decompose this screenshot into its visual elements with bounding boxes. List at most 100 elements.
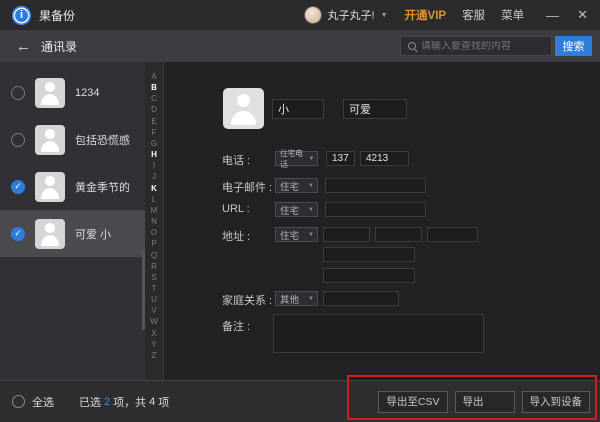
alphabet-letter[interactable]: B	[151, 82, 157, 93]
alphabet-letter[interactable]: Q	[151, 250, 157, 261]
minimize-button[interactable]: —	[546, 8, 559, 23]
close-button[interactable]: ✕	[577, 7, 588, 23]
alphabet-index: ABCDEFGHIJKLMNOPQRSTUVWXYZ	[145, 62, 164, 380]
alphabet-letter[interactable]: I	[153, 160, 155, 171]
user-avatar[interactable]	[304, 6, 322, 24]
address-field-1-input[interactable]	[323, 227, 370, 242]
username[interactable]: 丸子丸子!	[328, 7, 375, 23]
search-box	[400, 36, 552, 56]
selected-count: 2	[104, 396, 110, 408]
address-type-dropdown[interactable]: 住宅 ▼	[275, 227, 318, 242]
contact-name: 1234	[75, 87, 99, 99]
alphabet-letter[interactable]: T	[152, 283, 157, 294]
address-field-2-input[interactable]	[375, 227, 422, 242]
first-name-input[interactable]	[272, 99, 324, 119]
alphabet-letter[interactable]: X	[151, 328, 156, 339]
select-all-label: 全选	[32, 394, 54, 410]
alphabet-letter[interactable]: R	[151, 261, 157, 272]
contact-checkbox[interactable]	[11, 133, 25, 147]
contact-avatar	[35, 125, 65, 155]
notes-label: 备注 :	[222, 318, 250, 334]
status-suffix: 项	[158, 394, 169, 410]
email-label: 电子邮件 :	[222, 179, 272, 195]
url-type-value: 住宅	[280, 203, 299, 217]
contact-list-item[interactable]: 包括恐慌感	[0, 116, 145, 163]
alphabet-letter[interactable]: E	[151, 116, 156, 127]
app-logo-icon: i	[12, 6, 31, 25]
contact-list-item[interactable]: 1234	[0, 69, 145, 116]
family-label: 家庭关系 :	[222, 292, 272, 308]
phone-part1-input[interactable]	[326, 151, 355, 166]
alphabet-letter[interactable]: K	[151, 183, 157, 194]
alphabet-letter[interactable]: S	[151, 272, 156, 283]
alphabet-letter[interactable]: Y	[151, 339, 156, 350]
url-input[interactable]	[325, 202, 426, 217]
contact-avatar	[35, 172, 65, 202]
menu-button[interactable]: 菜单	[501, 7, 524, 23]
status-middle: 项，共	[113, 394, 146, 410]
alphabet-letter[interactable]: W	[150, 316, 158, 327]
email-input[interactable]	[325, 178, 426, 193]
alphabet-letter[interactable]: G	[151, 138, 157, 149]
contact-name: 包括恐慌感	[75, 132, 130, 148]
search-button[interactable]: 搜索	[555, 36, 592, 56]
address-line2-input[interactable]	[323, 247, 415, 262]
family-input[interactable]	[323, 291, 399, 306]
contact-checkbox[interactable]	[11, 86, 25, 100]
family-type-dropdown[interactable]: 其他 ▼	[275, 291, 318, 306]
address-line3-input[interactable]	[323, 268, 415, 283]
footer-buttons: 导出至CSV 导出导入到设备	[378, 391, 590, 413]
contact-name: 黄金季节的	[75, 179, 130, 195]
search-icon	[407, 41, 418, 52]
alphabet-letter[interactable]: M	[151, 205, 158, 216]
page-title: 通讯录	[41, 38, 77, 55]
address-field-3-input[interactable]	[427, 227, 478, 242]
content-area: 1234 包括恐慌感 ✓ 黄金季节的 ✓可爱 小 ABCDEFGHIJKLMNOPQRS…	[0, 62, 600, 380]
alphabet-letter[interactable]: N	[151, 216, 157, 227]
last-name-input[interactable]	[343, 99, 407, 119]
contact-list-item[interactable]: ✓可爱 小	[0, 210, 145, 257]
select-all-radio[interactable]	[12, 395, 25, 408]
back-arrow-icon[interactable]: ←	[16, 39, 31, 54]
alphabet-letter[interactable]: J	[152, 171, 156, 182]
notes-textarea[interactable]	[273, 314, 484, 353]
alphabet-letter[interactable]: P	[151, 238, 156, 249]
selection-status: 已选 2 项，共 4 项	[79, 394, 172, 410]
status-prefix: 已选	[79, 394, 101, 410]
alphabet-letter[interactable]: H	[151, 149, 157, 160]
chevron-down-icon: ▼	[308, 296, 314, 302]
alphabet-letter[interactable]: U	[151, 294, 157, 305]
export-button[interactable]: 导出	[455, 391, 515, 413]
import-to-device-button[interactable]: 导入到设备	[522, 391, 591, 413]
alphabet-letter[interactable]: A	[151, 71, 156, 82]
alphabet-letter[interactable]: F	[152, 127, 157, 138]
alphabet-letter[interactable]: V	[151, 305, 156, 316]
alphabet-letter[interactable]: Z	[152, 350, 157, 361]
support-button[interactable]: 客服	[462, 7, 485, 23]
search-area: 搜索	[400, 36, 592, 56]
phone-part2-input[interactable]	[360, 151, 409, 166]
titlebar: i 果备份 丸子丸子! ▼ 开通VIP 客服 菜单 — ✕	[0, 0, 600, 30]
search-input[interactable]	[421, 41, 551, 52]
scrollbar-thumb[interactable]	[142, 250, 145, 330]
phone-type-dropdown[interactable]: 住宅电话 ▼	[275, 151, 318, 166]
alphabet-letter[interactable]: C	[151, 93, 157, 104]
address-type-value: 住宅	[280, 228, 299, 242]
address-label: 地址 :	[222, 228, 250, 244]
toolbar: ← 通讯录 搜索	[0, 30, 600, 62]
phone-type-value: 住宅电话	[280, 148, 307, 170]
email-type-dropdown[interactable]: 住宅 ▼	[275, 178, 318, 193]
url-type-dropdown[interactable]: 住宅 ▼	[275, 202, 318, 217]
export-csv-button[interactable]: 导出至CSV	[378, 391, 447, 413]
total-count: 4	[149, 396, 155, 408]
contact-checkbox[interactable]: ✓	[11, 180, 25, 194]
contact-avatar	[35, 78, 65, 108]
open-vip-button[interactable]: 开通VIP	[405, 7, 447, 23]
alphabet-letter[interactable]: D	[151, 104, 157, 115]
chevron-down-icon[interactable]: ▼	[381, 12, 388, 19]
alphabet-letter[interactable]: L	[152, 194, 156, 205]
contact-list-item[interactable]: ✓ 黄金季节的	[0, 163, 145, 210]
contact-checkbox[interactable]: ✓	[11, 227, 25, 241]
select-all-control[interactable]: 全选	[12, 394, 54, 410]
alphabet-letter[interactable]: O	[151, 227, 157, 238]
